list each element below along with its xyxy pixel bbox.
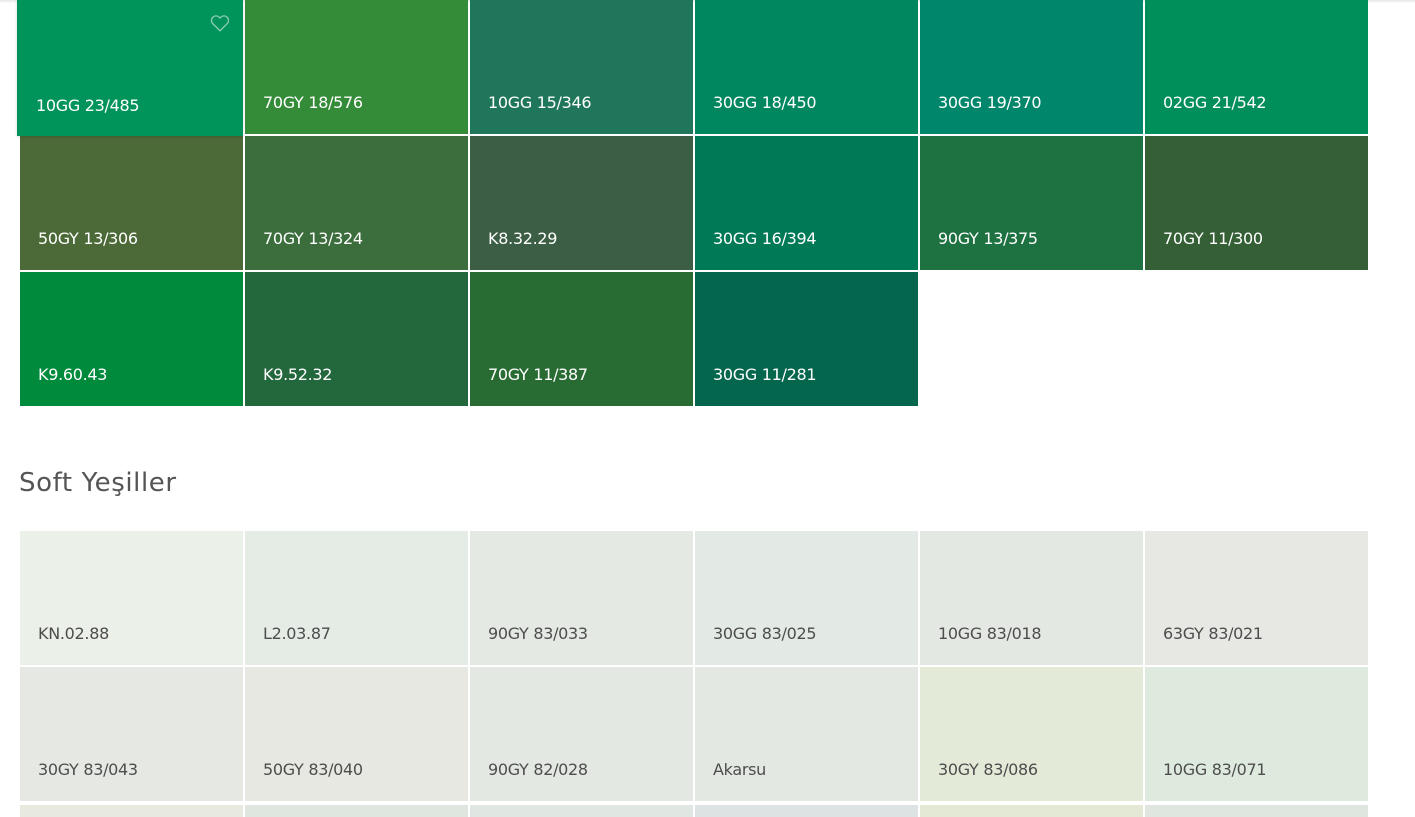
color-code-label: 30GG 11/281: [713, 365, 817, 384]
color-swatch[interactable]: 70GY 11/387: [470, 272, 693, 406]
color-code-label: 10GG 23/485: [36, 96, 140, 115]
color-code-label: 30GG 19/370: [938, 93, 1042, 112]
soft-greens-grid: KN.02.88 L2.03.87 90GY 83/033 30GG 83/025 10…: [20, 531, 1368, 801]
color-code-label: 30GY 83/043: [38, 760, 138, 779]
color-swatch[interactable]: 70GY 13/324: [245, 136, 468, 270]
color-swatch[interactable]: L2.03.87: [245, 531, 468, 665]
color-code-label: 50GY 13/306: [38, 229, 138, 248]
color-swatch[interactable]: K9.60.43: [20, 272, 243, 406]
partial-color-swatch[interactable]: [695, 805, 918, 817]
color-swatch[interactable]: 10GG 83/018: [920, 531, 1143, 665]
section-title-soft-greens: Soft Yeşiller: [19, 468, 177, 498]
color-code-label: 70GY 13/324: [263, 229, 363, 248]
color-code-label: K9.52.32: [263, 365, 333, 384]
heart-outline-icon[interactable]: [209, 12, 231, 34]
color-swatch[interactable]: 70GY 18/576: [245, 0, 468, 134]
color-swatch[interactable]: 30GY 83/086: [920, 667, 1143, 801]
color-code-label: 02GG 21/542: [1163, 93, 1267, 112]
color-swatch[interactable]: 90GY 82/028: [470, 667, 693, 801]
color-swatch[interactable]: 30GG 18/450: [695, 0, 918, 134]
color-swatch[interactable]: 10GG 83/071: [1145, 667, 1368, 801]
color-swatch[interactable]: 02GG 21/542: [1145, 0, 1368, 134]
color-swatch[interactable]: 10GG 15/346: [470, 0, 693, 134]
color-swatch[interactable]: 50GY 83/040: [245, 667, 468, 801]
color-code-label: 30GY 83/086: [938, 760, 1038, 779]
color-code-label: K9.60.43: [38, 365, 108, 384]
color-code-label: 70GY 11/387: [488, 365, 588, 384]
partial-color-swatch[interactable]: [1145, 805, 1368, 817]
color-swatch[interactable]: 50GY 13/306: [20, 136, 243, 270]
partial-color-swatch[interactable]: [920, 805, 1143, 817]
color-swatch[interactable]: 10GG 23/485: [17, 0, 243, 136]
color-code-label: L2.03.87: [263, 624, 331, 643]
color-code-label: 30GG 83/025: [713, 624, 817, 643]
color-code-label: K8.32.29: [488, 229, 558, 248]
color-code-label: 50GY 83/040: [263, 760, 363, 779]
color-swatch[interactable]: 63GY 83/021: [1145, 531, 1368, 665]
color-swatch[interactable]: 90GY 13/375: [920, 136, 1143, 270]
partial-color-swatch[interactable]: [245, 805, 468, 817]
color-swatch[interactable]: KN.02.88: [20, 531, 243, 665]
color-code-label: 30GG 18/450: [713, 93, 817, 112]
color-code-label: 90GY 13/375: [938, 229, 1038, 248]
color-code-label: 10GG 15/346: [488, 93, 592, 112]
color-code-label: 63GY 83/021: [1163, 624, 1263, 643]
color-swatch[interactable]: Akarsu: [695, 667, 918, 801]
partial-swatch-row: [20, 805, 1368, 817]
color-swatch[interactable]: K8.32.29: [470, 136, 693, 270]
color-swatch[interactable]: 30GG 11/281: [695, 272, 918, 406]
color-swatch[interactable]: 30GG 19/370: [920, 0, 1143, 134]
color-code-label: 70GY 18/576: [263, 93, 363, 112]
color-swatch[interactable]: 90GY 83/033: [470, 531, 693, 665]
color-code-label: 10GG 83/071: [1163, 760, 1267, 779]
color-swatch[interactable]: 70GY 11/300: [1145, 136, 1368, 270]
partial-color-swatch[interactable]: [470, 805, 693, 817]
color-swatch[interactable]: 30GY 83/043: [20, 667, 243, 801]
color-swatch[interactable]: 30GG 83/025: [695, 531, 918, 665]
color-code-label: 90GY 82/028: [488, 760, 588, 779]
color-swatch[interactable]: 30GG 16/394: [695, 136, 918, 270]
color-code-label: 30GG 16/394: [713, 229, 817, 248]
color-code-label: 90GY 83/033: [488, 624, 588, 643]
color-swatch[interactable]: K9.52.32: [245, 272, 468, 406]
dark-greens-grid: 10GG 23/485 70GY 18/576 10GG 15/346 30GG 18…: [17, 0, 1368, 406]
color-code-label: 70GY 11/300: [1163, 229, 1263, 248]
color-code-label: KN.02.88: [38, 624, 109, 643]
color-code-label: Akarsu: [713, 760, 766, 779]
color-code-label: 10GG 83/018: [938, 624, 1042, 643]
partial-color-swatch[interactable]: [20, 805, 243, 817]
